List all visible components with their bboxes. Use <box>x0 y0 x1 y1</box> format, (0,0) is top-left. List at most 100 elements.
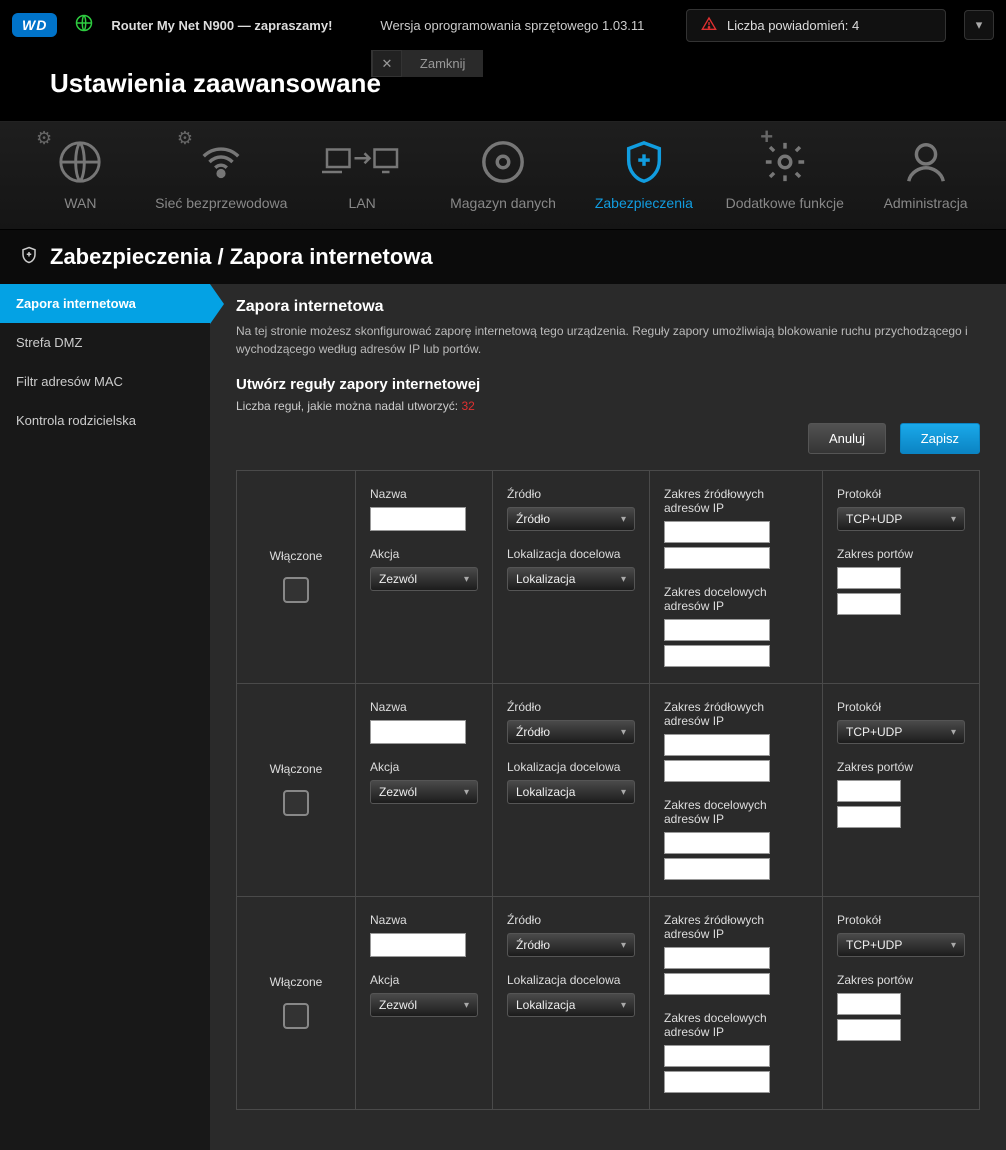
close-label: Zamknij <box>402 50 484 77</box>
port-to-input[interactable] <box>837 593 901 615</box>
warning-icon <box>701 16 717 35</box>
close-icon[interactable]: ✕ <box>372 50 402 77</box>
dst-ip-to-input[interactable] <box>664 645 770 667</box>
chevron-down-icon: ▾ <box>976 17 983 33</box>
sidebar-item-parental[interactable]: Kontrola rodzicielska <box>0 401 210 440</box>
name-input[interactable] <box>370 933 466 957</box>
save-button[interactable]: Zapisz <box>900 423 980 454</box>
sidebar-item-dmz[interactable]: Strefa DMZ <box>0 323 210 362</box>
chevron-down-icon: ▾ <box>464 1000 469 1011</box>
chevron-down-icon: ▾ <box>621 574 626 585</box>
src-ip-from-input[interactable] <box>664 734 770 756</box>
source-label: Źródło <box>507 487 635 501</box>
nav-admin[interactable]: Administracja <box>855 134 996 211</box>
cancel-button[interactable]: Anuluj <box>808 423 886 454</box>
chevron-down-icon: ▾ <box>621 787 626 798</box>
port-from-input[interactable] <box>837 993 901 1015</box>
src-ip-from-input[interactable] <box>664 521 770 543</box>
port-from-input[interactable] <box>837 567 901 589</box>
name-label: Nazwa <box>370 913 478 927</box>
notification-box[interactable]: Liczba powiadomień: 4 <box>686 9 946 42</box>
source-label: Źródło <box>507 913 635 927</box>
port-to-input[interactable] <box>837 806 901 828</box>
protocol-label: Protokół <box>837 700 965 714</box>
dst-ip-label: Zakres docelowych adresów IP <box>664 1011 808 1039</box>
section-description: Na tej stronie możesz skonfigurować zapo… <box>236 322 980 358</box>
enabled-checkbox[interactable] <box>283 790 309 816</box>
enabled-label: Włączone <box>251 549 341 563</box>
name-label: Nazwa <box>370 487 478 501</box>
src-ip-to-input[interactable] <box>664 973 770 995</box>
protocol-select[interactable]: TCP+UDP▾ <box>837 933 965 957</box>
enabled-checkbox[interactable] <box>283 577 309 603</box>
breadcrumb: Zabezpieczenia / Zapora internetowa <box>0 230 1006 284</box>
dst-ip-from-input[interactable] <box>664 832 770 854</box>
notification-dropdown[interactable]: ▾ <box>964 10 994 40</box>
protocol-select[interactable]: TCP+UDP▾ <box>837 720 965 744</box>
rule-row: Włączone Nazwa Akcja Zezwól▾ <box>237 897 980 1110</box>
chevron-down-icon: ▾ <box>621 1000 626 1011</box>
dst-ip-to-input[interactable] <box>664 858 770 880</box>
action-select[interactable]: Zezwól▾ <box>370 993 478 1017</box>
port-to-input[interactable] <box>837 1019 901 1041</box>
dest-select[interactable]: Lokalizacja▾ <box>507 567 635 591</box>
protocol-label: Protokół <box>837 487 965 501</box>
nav-lan[interactable]: LAN <box>292 134 433 211</box>
chevron-down-icon: ▾ <box>951 727 956 738</box>
name-input[interactable] <box>370 507 466 531</box>
chevron-down-icon: ▾ <box>621 514 626 525</box>
content: Zapora internetowa Na tej stronie możesz… <box>210 284 1006 1150</box>
port-range-label: Zakres portów <box>837 760 965 774</box>
nav-features[interactable]: + Dodatkowe funkcje <box>714 134 855 211</box>
action-label: Akcja <box>370 760 478 774</box>
src-ip-from-input[interactable] <box>664 947 770 969</box>
welcome-text: Router My Net N900 — zapraszamy! <box>111 18 332 33</box>
gear-icon: ⚙ <box>177 128 193 149</box>
action-label: Akcja <box>370 547 478 561</box>
dest-select[interactable]: Lokalizacja▾ <box>507 993 635 1017</box>
wd-logo: WD <box>12 13 57 37</box>
nav-wan[interactable]: ⚙ WAN <box>10 134 151 211</box>
shield-plus-icon <box>573 134 714 189</box>
dest-select[interactable]: Lokalizacja▾ <box>507 780 635 804</box>
src-ip-to-input[interactable] <box>664 760 770 782</box>
nav-wireless[interactable]: ⚙ Sieć bezprzewodowa <box>151 134 292 211</box>
firmware-version: Wersja oprogramowania sprzętowego 1.03.1… <box>380 18 644 33</box>
sidebar-item-firewall[interactable]: Zapora internetowa <box>0 284 210 323</box>
protocol-label: Protokół <box>837 913 965 927</box>
shield-icon <box>20 246 38 269</box>
enabled-checkbox[interactable] <box>283 1003 309 1029</box>
dest-label: Lokalizacja docelowa <box>507 760 635 774</box>
rules-table: Włączone Nazwa Akcja Zezwól▾ <box>236 470 980 1110</box>
chevron-down-icon: ▾ <box>951 940 956 951</box>
src-ip-to-input[interactable] <box>664 547 770 569</box>
plus-icon: + <box>760 124 773 150</box>
disc-icon <box>433 134 574 189</box>
nav-storage[interactable]: Magazyn danych <box>433 134 574 211</box>
source-select[interactable]: Źródło▾ <box>507 720 635 744</box>
enabled-label: Włączone <box>251 975 341 989</box>
name-input[interactable] <box>370 720 466 744</box>
port-from-input[interactable] <box>837 780 901 802</box>
protocol-select[interactable]: TCP+UDP▾ <box>837 507 965 531</box>
src-ip-label: Zakres źródłowych adresów IP <box>664 913 808 941</box>
dst-ip-from-input[interactable] <box>664 1045 770 1067</box>
source-select[interactable]: Źródło▾ <box>507 933 635 957</box>
sidebar: Zapora internetowa Strefa DMZ Filtr adre… <box>0 284 210 1150</box>
chevron-down-icon: ▾ <box>951 514 956 525</box>
dest-label: Lokalizacja docelowa <box>507 547 635 561</box>
action-select[interactable]: Zezwól▾ <box>370 567 478 591</box>
sidebar-item-mac-filter[interactable]: Filtr adresów MAC <box>0 362 210 401</box>
wifi-icon <box>151 134 292 189</box>
dst-ip-to-input[interactable] <box>664 1071 770 1093</box>
lan-icon <box>292 134 433 189</box>
rule-row: Włączone Nazwa Akcja Zezwól▾ <box>237 684 980 897</box>
globe-icon <box>10 134 151 189</box>
close-tab[interactable]: ✕ Zamknij <box>371 50 484 77</box>
dst-ip-from-input[interactable] <box>664 619 770 641</box>
create-rules-title: Utwórz reguły zapory internetowej <box>236 376 980 393</box>
source-select[interactable]: Źródło▾ <box>507 507 635 531</box>
gear-icon: ⚙ <box>36 128 52 149</box>
nav-security[interactable]: Zabezpieczenia <box>573 134 714 211</box>
action-select[interactable]: Zezwól▾ <box>370 780 478 804</box>
